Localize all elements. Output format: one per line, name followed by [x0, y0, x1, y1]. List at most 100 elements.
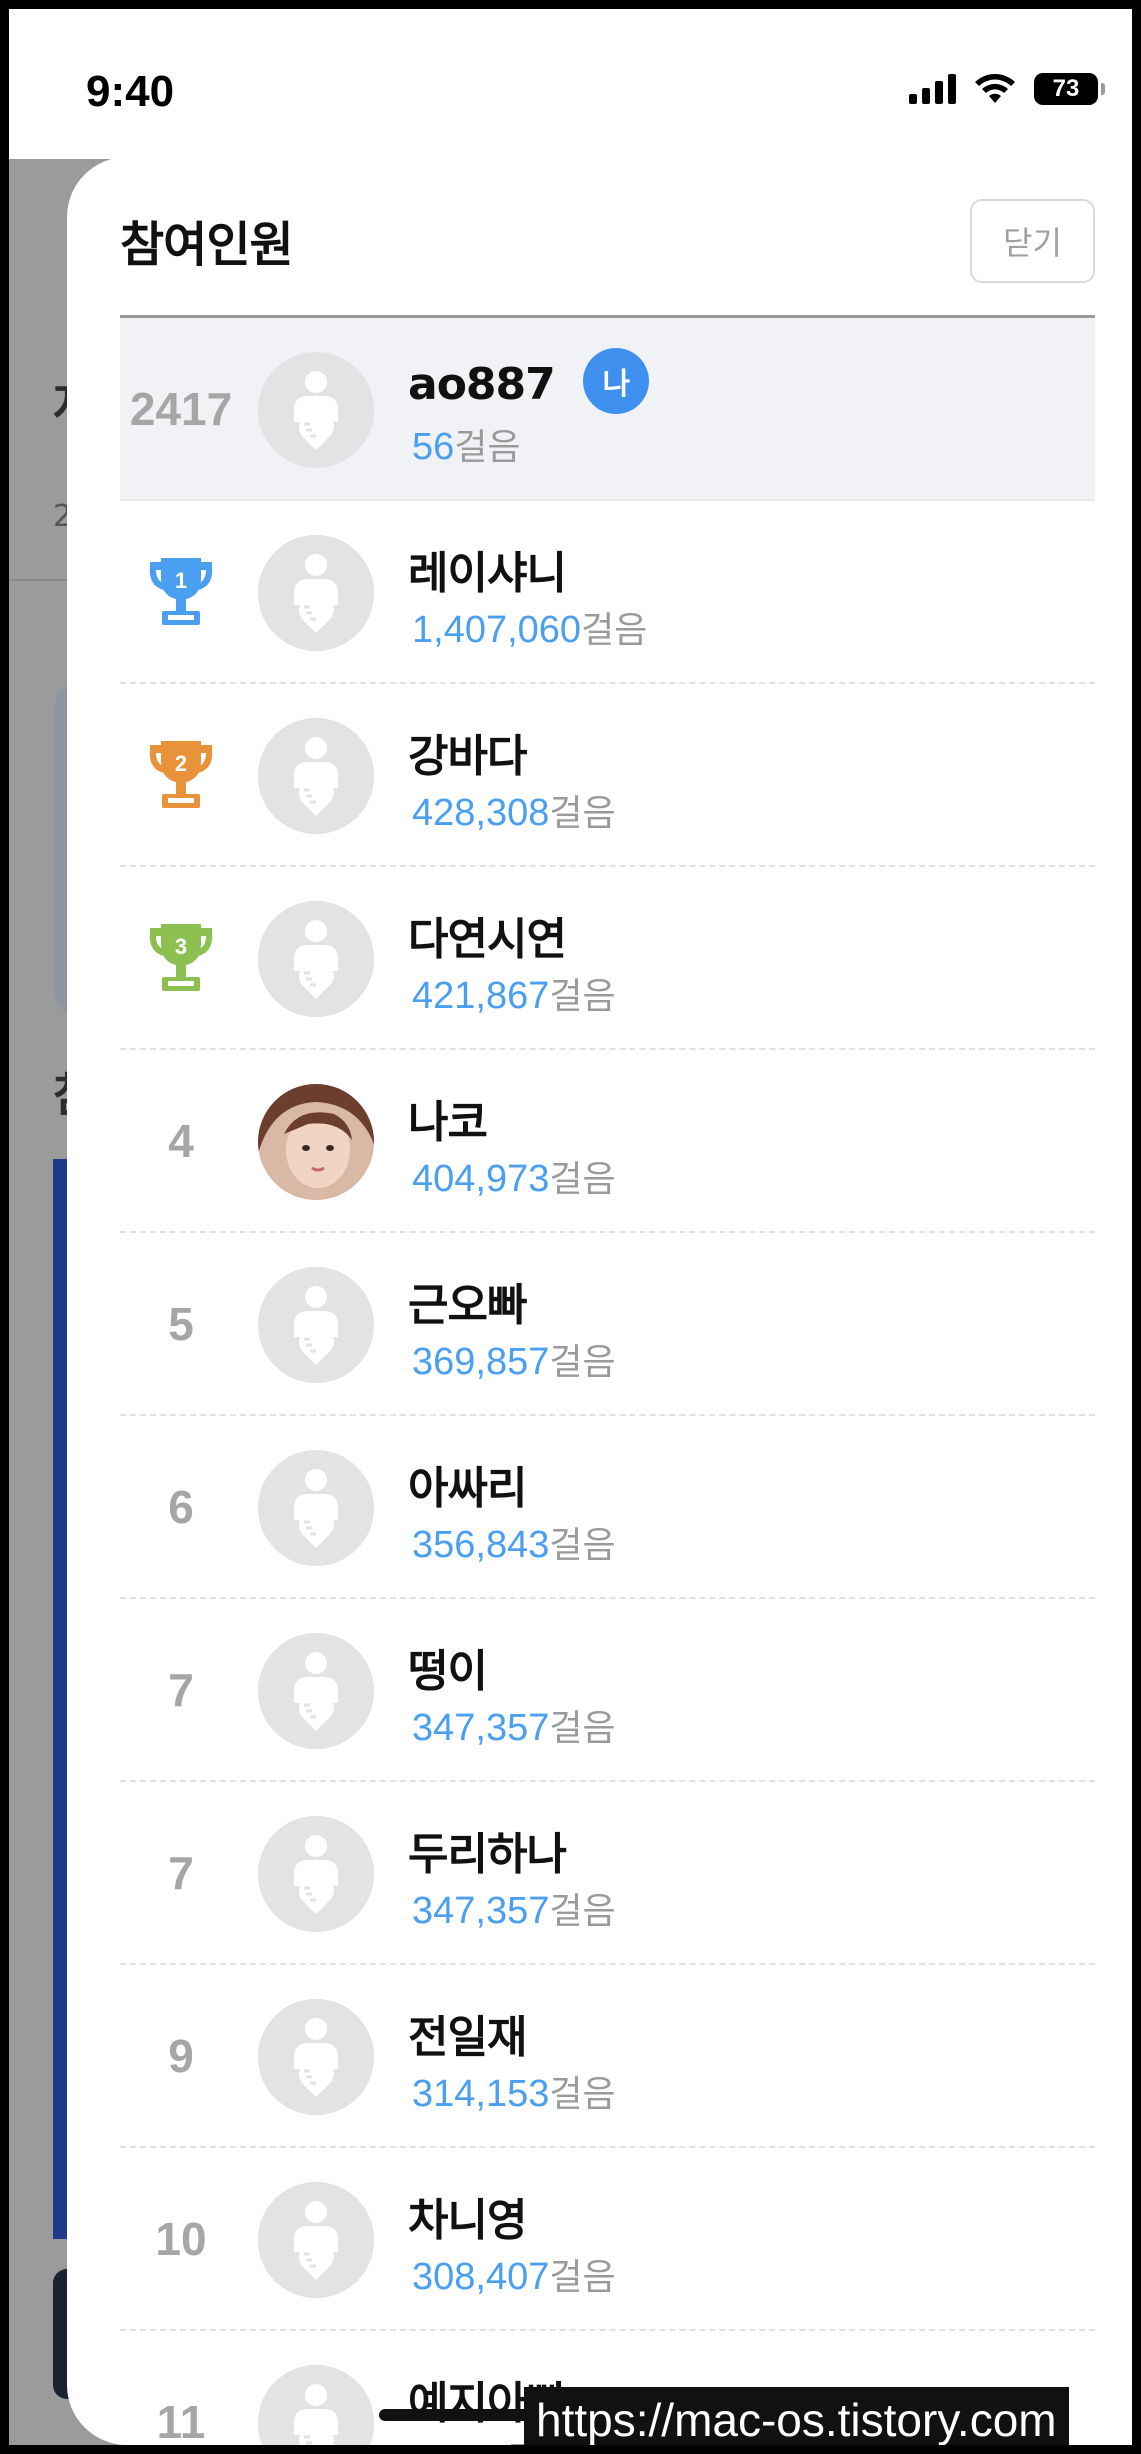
rank-number: 7: [168, 1663, 194, 1716]
participant-name: 떵이: [408, 1635, 488, 1699]
participant-row[interactable]: 9 전일재 314,153걸음: [120, 1965, 1095, 2148]
participant-name: 차니영: [408, 2184, 527, 2248]
participant-name: 아싸리: [408, 1452, 527, 1516]
avatar[interactable]: [258, 535, 374, 651]
participant-name: ao887 나: [408, 348, 649, 420]
step-unit: 걸음: [549, 793, 616, 834]
participant-name: 근오빠: [408, 1269, 527, 1333]
avatar[interactable]: [258, 718, 374, 834]
status-icons: 73: [909, 73, 1105, 105]
status-bar: 9:40 73: [9, 9, 1132, 159]
rank-number: 2417: [129, 382, 233, 435]
rank-number: 5: [168, 1297, 194, 1350]
participant-name-text: 차니영: [408, 2195, 527, 2246]
trophy-icon: 1: [149, 557, 213, 625]
avatar[interactable]: [258, 2182, 374, 2298]
step-number: 347,357: [412, 1890, 550, 1932]
step-number: 308,407: [412, 2256, 550, 2298]
avatar[interactable]: [258, 1450, 374, 1566]
participant-name-text: ao887: [408, 359, 556, 410]
participant-row[interactable]: 7 두리하나 347,357걸음: [120, 1782, 1095, 1965]
step-unit: 걸음: [549, 1891, 616, 1932]
rank-number: 7: [168, 1846, 194, 1899]
step-number: 369,857: [412, 1341, 550, 1383]
rank-trophy: 2: [120, 684, 242, 865]
participant-name-text: 레이샤니: [408, 548, 567, 599]
default-avatar-icon: [258, 901, 374, 1017]
rank-number: 4: [168, 1114, 194, 1167]
participant-name: 다연시연: [408, 903, 567, 967]
avatar[interactable]: [258, 1084, 374, 1200]
background-divider: [9, 579, 69, 581]
participant-row[interactable]: 5 근오빠 369,857걸음: [120, 1233, 1095, 1416]
participant-name-text: 아싸리: [408, 1463, 527, 1514]
rank-number: 6: [168, 1480, 194, 1533]
participant-name-text: 강바다: [408, 731, 527, 782]
default-avatar-icon: [258, 2182, 374, 2298]
default-avatar-icon: [258, 718, 374, 834]
battery-icon: 73: [1034, 73, 1105, 105]
step-number: 404,973: [412, 1158, 550, 1200]
avatar[interactable]: [258, 901, 374, 1017]
step-number: 56: [412, 426, 455, 468]
default-avatar-icon: [258, 352, 374, 468]
step-count: 314,153걸음: [412, 2065, 616, 2117]
avatar[interactable]: [258, 1816, 374, 1932]
participant-row[interactable]: 6 아싸리 356,843걸음: [120, 1416, 1095, 1599]
avatar[interactable]: [258, 1999, 374, 2115]
step-unit: 걸음: [549, 976, 616, 1017]
rank-number: 9: [168, 2029, 194, 2082]
step-number: 314,153: [412, 2073, 550, 2115]
step-count: 56걸음: [412, 418, 521, 470]
step-unit: 걸음: [549, 1708, 616, 1749]
wifi-icon: [975, 74, 1015, 103]
step-unit: 걸음: [549, 1159, 616, 1200]
default-avatar-icon: [258, 1999, 374, 2115]
step-count: 421,867걸음: [412, 967, 616, 1019]
participant-row[interactable]: 10 차니영 308,407걸음: [120, 2148, 1095, 2331]
step-count: 1,407,060걸음: [412, 601, 647, 653]
step-number: 421,867: [412, 975, 550, 1017]
participant-list[interactable]: 2417 ao887 나 56걸음 1 레이샤니 1,407,060걸음 2 강바다 428,30…: [120, 318, 1095, 2445]
step-count: 347,357걸음: [412, 1882, 616, 1934]
participant-name: 강바다: [408, 720, 527, 784]
cellular-signal-icon: [909, 74, 956, 104]
sheet-title: 참여인원: [120, 217, 294, 273]
participants-sheet: 참여인원 닫기 2417 ao887 나 56걸음 1 레이샤니 1,407,060걸음 2 강…: [67, 157, 1132, 2445]
participant-name-text: 전일재: [408, 2012, 527, 2063]
step-count: 369,857걸음: [412, 1333, 616, 1385]
step-unit: 걸음: [549, 1525, 616, 1566]
svg-text:3: 3: [175, 934, 187, 959]
participant-row[interactable]: 4 나코 404,973걸음: [120, 1050, 1095, 1233]
trophy-icon: 3: [149, 923, 213, 991]
rank-trophy: 3: [120, 867, 242, 1048]
watermark: https://mac-os.tistory.com: [524, 2387, 1069, 2445]
profile-photo: [258, 1084, 374, 1200]
step-number: 303,6: [412, 2439, 507, 2445]
avatar[interactable]: [258, 1267, 374, 1383]
participant-name: 두리하나: [408, 1818, 567, 1882]
trophy-icon: 2: [149, 740, 213, 808]
default-avatar-icon: [258, 1450, 374, 1566]
svg-text:2: 2: [175, 751, 187, 776]
close-button[interactable]: 닫기: [970, 199, 1095, 283]
step-count: 428,308걸음: [412, 784, 616, 836]
avatar[interactable]: [258, 2365, 374, 2445]
participant-row[interactable]: 1 레이샤니 1,407,060걸음: [120, 501, 1095, 684]
participant-row[interactable]: 2 강바다 428,308걸음: [120, 684, 1095, 867]
participant-row[interactable]: 3 다연시연 421,867걸음: [120, 867, 1095, 1050]
participant-row[interactable]: 7 떵이 347,357걸음: [120, 1599, 1095, 1782]
rank-trophy: 1: [120, 501, 242, 682]
step-number: 356,843: [412, 1524, 550, 1566]
step-unit: 걸음: [549, 2074, 616, 2115]
step-unit: 걸음: [581, 610, 648, 651]
me-badge: 나: [582, 348, 649, 414]
step-number: 347,357: [412, 1707, 550, 1749]
my-ranking-row[interactable]: 2417 ao887 나 56걸음: [120, 318, 1095, 501]
step-count: 404,973걸음: [412, 1150, 616, 1202]
step-number: 428,308: [412, 792, 550, 834]
rank-number: 11: [156, 2395, 206, 2446]
avatar[interactable]: [258, 1633, 374, 1749]
avatar[interactable]: [258, 352, 374, 468]
step-count: 308,407걸음: [412, 2248, 616, 2300]
